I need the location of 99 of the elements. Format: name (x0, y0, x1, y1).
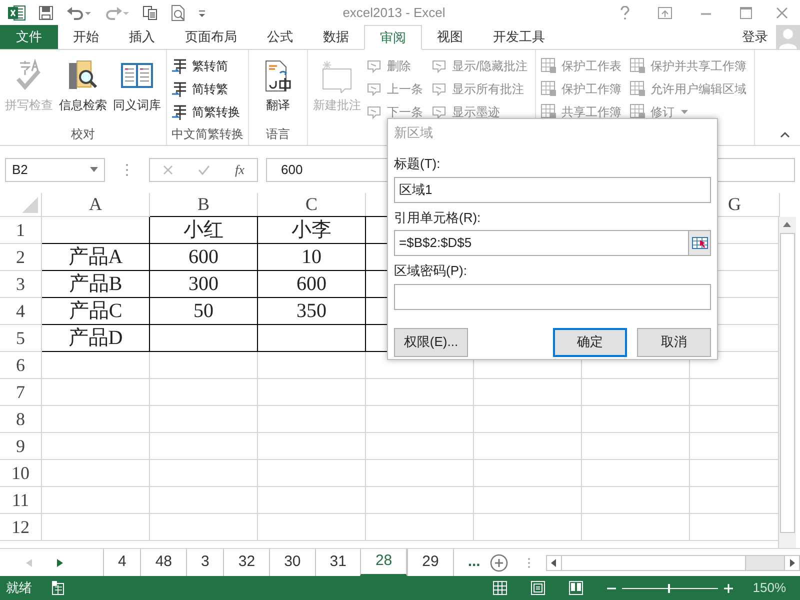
ribbon-button[interactable]: 简转繁 (171, 79, 244, 99)
input-field[interactable]: =$B$2:$D$5 (394, 230, 711, 256)
redo-icon[interactable] (104, 4, 130, 20)
group-label: 语言 (266, 126, 290, 143)
page-break-icon[interactable] (568, 581, 583, 595)
row-header[interactable]: 4 (0, 298, 42, 325)
row-header[interactable]: 8 (0, 406, 42, 433)
ribbon-tab[interactable]: 插入 (114, 25, 170, 49)
copy-icon[interactable] (142, 4, 158, 20)
ribbon-button[interactable]: 同义词库 (112, 54, 162, 123)
customize-dropdown-icon[interactable] (198, 8, 206, 18)
save-icon[interactable] (38, 4, 54, 20)
grip-icon[interactable] (125, 162, 129, 176)
input-field[interactable] (394, 284, 711, 310)
row-header[interactable]: 2 (0, 244, 42, 271)
scroll-left-icon[interactable] (547, 556, 562, 570)
ribbon-button[interactable]: 简繁转换 (171, 102, 244, 122)
table-cell: 600 (150, 244, 258, 271)
vertical-scrollbar[interactable] (778, 217, 796, 548)
add-sheet-icon[interactable] (490, 554, 508, 572)
dialog-button[interactable]: 确定 (553, 328, 627, 356)
row-header[interactable]: 12 (0, 514, 42, 541)
table-cell: 产品A (42, 244, 150, 271)
sheet-tab[interactable]: 28 (360, 549, 408, 576)
ribbon-button[interactable]: 信息检索 (58, 54, 108, 123)
table-cell: 50 (150, 298, 258, 325)
dropdown-caret-icon (90, 167, 98, 172)
zoom-level[interactable]: 150% (752, 578, 786, 598)
table-cell: 10 (258, 244, 366, 271)
row-header[interactable]: 11 (0, 487, 42, 514)
trad-to-simple-icon (171, 57, 189, 75)
input-field[interactable]: 区域1 (394, 176, 711, 202)
check-icon[interactable] (198, 164, 210, 174)
ribbon-button[interactable]: 繁转简 (171, 56, 244, 76)
row-header[interactable]: 10 (0, 460, 42, 487)
ribbon-tab[interactable]: 审阅 (364, 25, 422, 50)
scroll-right-icon[interactable] (784, 556, 799, 570)
maximize-icon[interactable] (740, 6, 752, 18)
slider-thumb[interactable] (668, 584, 670, 592)
sign-in-link[interactable]: 登录 (734, 25, 776, 49)
table-cell: 产品C (42, 298, 150, 325)
field-label: 引用单元格(R): (394, 208, 481, 227)
group-label: 校对 (71, 126, 95, 143)
table-cell: 产品B (42, 271, 150, 298)
table-cell: 小李 (258, 216, 366, 244)
table-cell: 产品D (42, 325, 150, 352)
close-icon[interactable] (776, 6, 788, 18)
ribbon-tab[interactable]: 视图 (422, 25, 478, 49)
row-header[interactable]: 5 (0, 325, 42, 352)
dialog-button[interactable]: 取消 (637, 328, 711, 356)
ribbon-tab[interactable]: 公式 (252, 25, 308, 49)
undo-icon[interactable] (66, 4, 92, 20)
protect-sheet-icon (540, 57, 558, 75)
scrollbar-thumb[interactable] (562, 556, 746, 570)
ribbon-tab[interactable]: 数据 (308, 25, 364, 49)
ribbon-tab[interactable]: 文件 (0, 25, 58, 49)
row-header[interactable]: 3 (0, 271, 42, 298)
column-header[interactable]: A (42, 193, 150, 217)
edit-ranges-icon (629, 80, 648, 98)
row-header[interactable]: 6 (0, 352, 42, 379)
macro-record-icon[interactable] (52, 581, 66, 595)
ribbon-tab[interactable]: 开发工具 (478, 25, 560, 49)
row-header[interactable]: 1 (0, 217, 42, 244)
ribbon-tab[interactable]: 页面布局 (170, 25, 252, 49)
column-header[interactable]: B (150, 193, 258, 217)
ribbon-button[interactable]: 翻译 (253, 54, 303, 123)
horizontal-scrollbar[interactable] (546, 554, 800, 570)
range-picker-icon[interactable] (688, 231, 710, 255)
normal-view-icon[interactable] (492, 581, 507, 595)
zoom-in-icon[interactable] (724, 584, 733, 592)
table-cell: 350 (258, 298, 366, 325)
simple-to-trad-icon (171, 80, 189, 98)
help-icon[interactable] (620, 6, 630, 20)
field-label: 标题(T): (394, 155, 440, 173)
ribbon-display-options-icon[interactable] (658, 6, 672, 18)
protect-share-icon (629, 57, 648, 75)
convert-icon (171, 103, 189, 121)
protect-workbook-icon (540, 80, 558, 98)
excel-logo-icon[interactable] (8, 4, 26, 20)
name-box[interactable]: B2 (5, 158, 105, 182)
table-cell: 300 (150, 271, 258, 298)
row-header[interactable]: 9 (0, 433, 42, 460)
table-cell: 600 (258, 271, 366, 298)
print-preview-icon[interactable] (170, 4, 186, 22)
column-header[interactable]: C (258, 193, 366, 217)
ribbon-tab[interactable]: 开始 (58, 25, 114, 49)
group-label: 中文简繁转换 (172, 126, 244, 143)
window-title: excel2013 - Excel (342, 4, 446, 22)
field-label: 区域密码(P): (394, 262, 467, 280)
table-cell: 小红 (150, 216, 258, 244)
dialog-button[interactable]: 权限(E)... (394, 328, 468, 356)
grip-icon[interactable] (527, 556, 532, 568)
status-text: 就绪 (6, 579, 32, 598)
insert-function-button[interactable]: fx (235, 160, 244, 180)
scrollbar-thumb[interactable] (780, 233, 795, 533)
page-layout-icon[interactable] (530, 581, 545, 595)
dialog-title: 新区域 (394, 124, 433, 142)
collapse-ribbon-icon[interactable] (780, 131, 790, 138)
row-header[interactable]: 7 (0, 379, 42, 406)
